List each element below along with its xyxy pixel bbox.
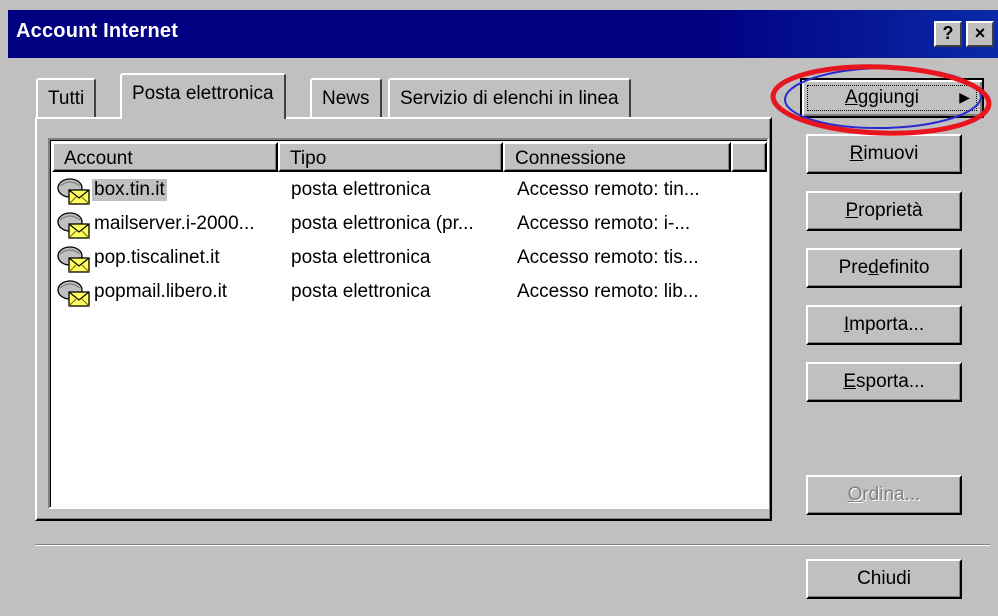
table-row[interactable]: pop.tiscalinet.it posta elettronica Acce… bbox=[52, 243, 767, 275]
add-button[interactable]: Aggiungi ▶ bbox=[800, 78, 984, 118]
table-row[interactable]: box.tin.it posta elettronica Accesso rem… bbox=[52, 175, 767, 207]
button-accelerator: O bbox=[847, 484, 863, 505]
tab-posta-elettronica[interactable]: Posta elettronica bbox=[120, 73, 286, 119]
focus-rect bbox=[807, 85, 977, 111]
set-default-button[interactable]: Predefinito bbox=[806, 248, 962, 288]
column-header-tipo[interactable]: Tipo bbox=[278, 142, 503, 172]
tab-label: News bbox=[322, 88, 370, 109]
account-type: posta elettronica bbox=[291, 281, 431, 302]
tab-tutti[interactable]: Tutti bbox=[36, 78, 97, 118]
sort-button[interactable]: Ordina... bbox=[806, 475, 962, 515]
account-type: posta elettronica bbox=[291, 247, 431, 268]
mail-account-icon bbox=[57, 212, 90, 239]
button-label-post: sporta... bbox=[856, 371, 925, 392]
button-label-post: mporta... bbox=[849, 314, 925, 335]
close-button[interactable]: × bbox=[966, 21, 994, 47]
button-label-post: roprietà bbox=[858, 200, 923, 221]
help-button[interactable]: ? bbox=[934, 21, 962, 47]
button-label-post: efinito bbox=[878, 257, 930, 278]
account-connection: Accesso remoto: i-... bbox=[517, 213, 691, 234]
column-header-connessione[interactable]: Connessione bbox=[503, 142, 731, 172]
account-name: popmail.libero.it bbox=[94, 281, 228, 302]
accounts-list[interactable]: Account Tipo Connessione box.tin.it post… bbox=[48, 138, 769, 509]
window-title: Account Internet bbox=[16, 20, 179, 42]
tab-servizio-elenchi[interactable]: Servizio di elenchi in linea bbox=[388, 78, 631, 118]
separator-line bbox=[35, 544, 990, 546]
submenu-arrow-icon: ▶ bbox=[959, 89, 970, 105]
mail-account-icon bbox=[57, 178, 90, 205]
account-type: posta elettronica (pr... bbox=[291, 213, 474, 234]
button-label-pre: Pre bbox=[838, 257, 869, 278]
column-header-filler bbox=[731, 142, 767, 172]
account-name: box.tin.it bbox=[92, 179, 167, 201]
close-dialog-button[interactable]: Chiudi bbox=[806, 559, 962, 599]
button-accelerator: d bbox=[868, 257, 879, 278]
table-row[interactable]: popmail.libero.it posta elettronica Acce… bbox=[52, 277, 767, 309]
account-type: posta elettronica bbox=[291, 179, 431, 200]
account-connection: Accesso remoto: lib... bbox=[517, 281, 699, 302]
column-header-account[interactable]: Account bbox=[52, 142, 278, 172]
account-connection: Accesso remoto: tis... bbox=[517, 247, 699, 268]
tab-label: Tutti bbox=[48, 88, 85, 109]
button-label-post: rdina... bbox=[862, 484, 921, 505]
account-connection: Accesso remoto: tin... bbox=[517, 179, 700, 200]
title-bar: Account Internet ? × bbox=[8, 10, 998, 58]
mail-account-icon bbox=[57, 246, 90, 273]
mail-account-icon bbox=[57, 280, 90, 307]
properties-button[interactable]: Proprietà bbox=[806, 191, 962, 231]
button-accelerator: E bbox=[843, 371, 857, 392]
remove-button[interactable]: Rimuovi bbox=[806, 134, 962, 174]
import-button[interactable]: Importa... bbox=[806, 305, 962, 345]
button-accelerator: R bbox=[849, 143, 864, 164]
account-name: mailserver.i-2000... bbox=[94, 213, 255, 234]
export-button[interactable]: Esporta... bbox=[806, 362, 962, 402]
tab-label: Servizio di elenchi in linea bbox=[400, 88, 619, 109]
account-name: pop.tiscalinet.it bbox=[94, 247, 220, 268]
button-label-post: imuovi bbox=[863, 143, 919, 164]
table-row[interactable]: mailserver.i-2000... posta elettronica (… bbox=[52, 209, 767, 241]
button-accelerator: P bbox=[845, 200, 859, 221]
tab-news[interactable]: News bbox=[310, 78, 382, 118]
tab-label: Posta elettronica bbox=[132, 83, 274, 104]
